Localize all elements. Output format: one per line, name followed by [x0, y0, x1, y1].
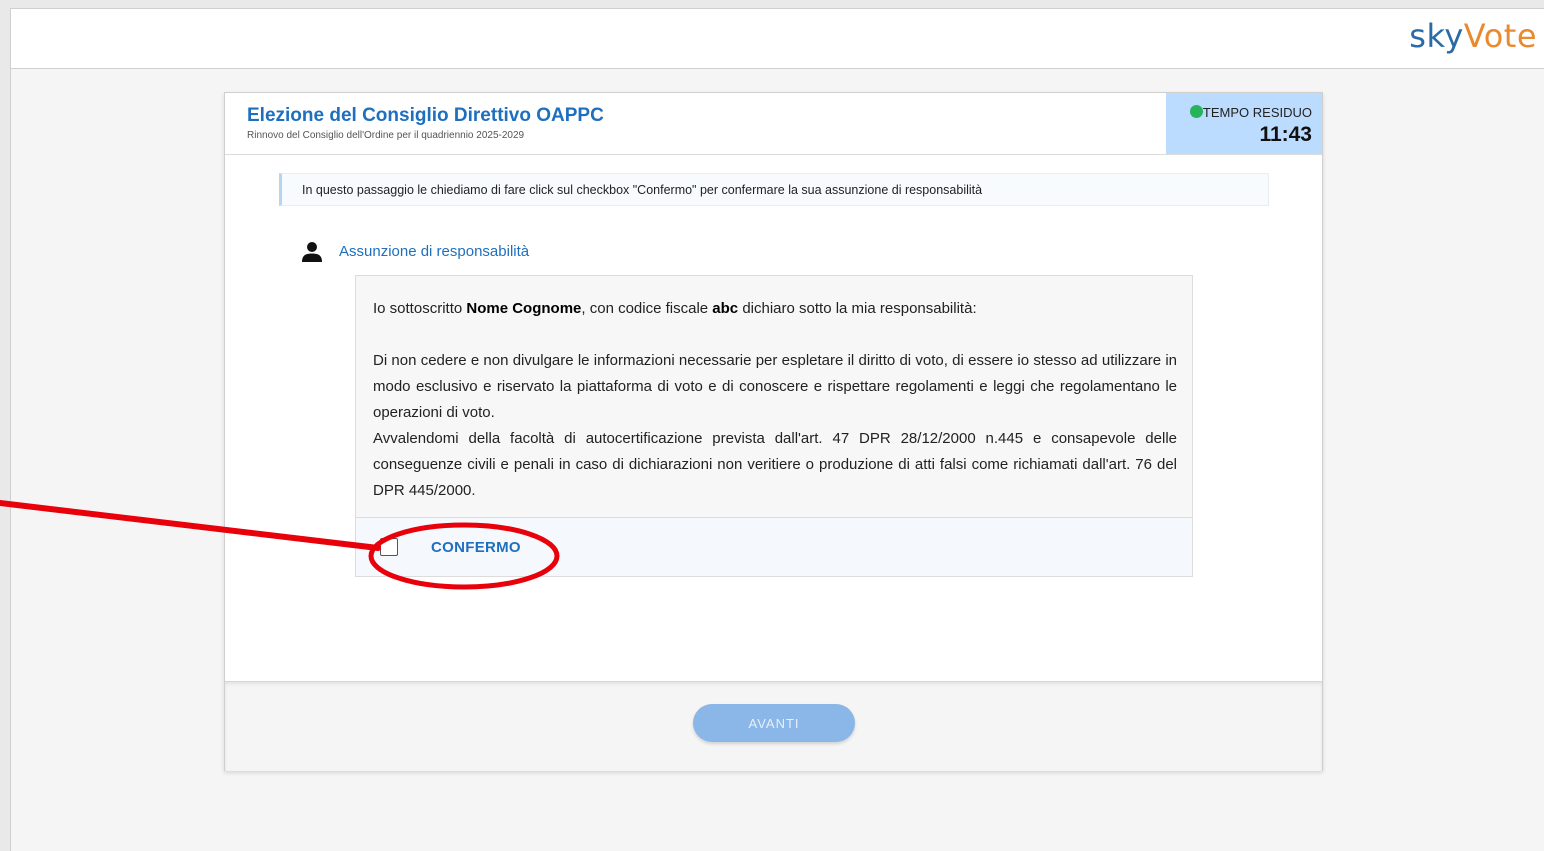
- skyvote-logo: skyVote: [1409, 17, 1537, 55]
- voter-name: Nome Cognome: [466, 300, 582, 317]
- declaration-paragraph-1: Di non cedere e non divulgare le informa…: [373, 352, 1177, 421]
- voter-fiscal-code: abc: [712, 300, 739, 317]
- card-header: Elezione del Consiglio Direttivo OAPPC R…: [225, 93, 1322, 155]
- remaining-time-panel: TEMPO RESIDUO 11:43: [1166, 93, 1322, 154]
- election-title: Elezione del Consiglio Direttivo OAPPC: [247, 105, 604, 126]
- declaration-text: Io sottoscritto Nome Cognome, con codice…: [373, 296, 1177, 504]
- instruction-notice: In questo passaggio le chiediamo di fare…: [279, 173, 1269, 206]
- declaration-paragraph-2: Avvalendomi della facoltà di autocertifi…: [373, 430, 1177, 499]
- voting-card: Elezione del Consiglio Direttivo OAPPC R…: [224, 92, 1323, 771]
- remaining-time-label: TEMPO RESIDUO: [1202, 105, 1312, 120]
- instruction-text: In questo passaggio le chiediamo di fare…: [302, 183, 983, 197]
- logo-vote-text: Vote: [1463, 17, 1537, 55]
- confirm-row[interactable]: CONFERMO: [355, 517, 1193, 577]
- intro-prefix: Io sottoscritto: [373, 300, 467, 317]
- next-button[interactable]: AVANTI: [693, 704, 855, 742]
- remaining-time-value: 11:43: [1259, 123, 1312, 146]
- confirm-checkbox[interactable]: [380, 538, 398, 556]
- confirm-label[interactable]: CONFERMO: [431, 539, 521, 556]
- intro-middle: , con codice fiscale: [581, 300, 713, 317]
- declaration-intro: Io sottoscritto Nome Cognome, con codice…: [373, 296, 1177, 322]
- intro-suffix: dichiaro sotto la mia responsabilità:: [738, 300, 977, 317]
- top-bar: skyVote: [11, 9, 1544, 69]
- logo-sky-text: sky: [1409, 17, 1464, 55]
- section-label: Assunzione di responsabilità: [339, 243, 530, 260]
- section-heading: Assunzione di responsabilità: [301, 239, 701, 263]
- user-icon: [302, 242, 322, 262]
- timer-status-dot-icon: [1190, 105, 1203, 118]
- card-footer: AVANTI: [225, 681, 1322, 771]
- election-subtitle: Rinnovo del Consiglio dell'Ordine per il…: [247, 130, 525, 141]
